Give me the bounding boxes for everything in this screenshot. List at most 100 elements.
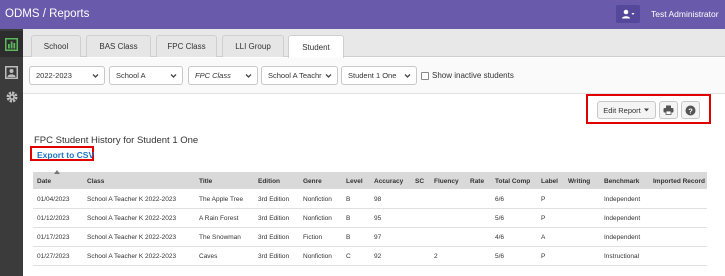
column-header-total-comp[interactable]: Total Comp <box>495 178 530 185</box>
sidebar-item-reports[interactable] <box>0 59 23 85</box>
student-select[interactable]: Student 1 One <box>341 66 417 85</box>
tab-school[interactable]: School <box>31 35 81 57</box>
cell-accuracy: 98 <box>374 196 382 203</box>
show-inactive-label: Show inactive students <box>432 71 514 80</box>
year-select[interactable]: 2022-2023 <box>29 66 105 85</box>
cell-edition: 3rd Edition <box>258 253 290 260</box>
cell-fluency: 2 <box>434 253 438 260</box>
cell-title: The Apple Tree <box>199 196 244 203</box>
table-row: 01/17/2023 School A Teacher K 2022-2023 … <box>33 228 707 247</box>
cell-benchmark: Instructional <box>604 253 640 260</box>
cell-title: A Rain Forest <box>199 215 239 222</box>
column-header-rate[interactable]: Rate <box>470 178 484 185</box>
year-select-value: 2022-2023 <box>36 71 72 80</box>
cell-genre: Fiction <box>303 234 323 241</box>
user-icon <box>622 9 635 19</box>
svg-text:?: ? <box>688 106 693 115</box>
student-select-value: Student 1 One <box>348 71 397 80</box>
column-header-benchmark[interactable]: Benchmark <box>604 178 639 185</box>
column-header-accuracy[interactable]: Accuracy <box>374 178 403 185</box>
app: ODMS / Reports Test Administrator School… <box>0 0 725 276</box>
cell-title: Caves <box>199 253 218 260</box>
teacher-select[interactable]: School A Teachr <box>261 66 338 85</box>
column-header-label[interactable]: Label <box>541 178 558 185</box>
chevron-down-icon <box>245 74 252 78</box>
filter-bar: 2022-2023 School A FPC Class School A Te… <box>23 58 725 94</box>
cell-label: P <box>541 215 546 222</box>
print-button[interactable] <box>659 101 678 119</box>
table-header: Date Class Title Edition Genre Level Acc… <box>33 172 707 189</box>
column-header-writing[interactable]: Writing <box>568 178 590 185</box>
column-header-date[interactable]: Date <box>37 178 51 185</box>
user-name[interactable]: Test Administrator <box>651 9 719 19</box>
column-header-level[interactable]: Level <box>346 178 363 185</box>
edit-report-label: Edit Report <box>603 105 641 115</box>
reports-icon <box>5 65 18 79</box>
breadcrumb[interactable]: ODMS / Reports <box>5 8 89 20</box>
caret-down-icon <box>643 108 649 112</box>
sidebar-item-settings[interactable] <box>0 84 23 110</box>
cell-benchmark: Independent <box>604 196 641 203</box>
table-row: 01/04/2023 School A Teacher K 2022-2023 … <box>33 190 707 209</box>
export-csv-link[interactable]: Export to CSV <box>37 150 94 160</box>
column-header-sc[interactable]: SC <box>415 178 424 185</box>
column-header-edition[interactable]: Edition <box>258 178 280 185</box>
tab-bas-class[interactable]: BAS Class <box>86 35 151 57</box>
school-select[interactable]: School A <box>109 66 183 85</box>
cell-accuracy: 92 <box>374 253 382 260</box>
cell-genre: Nonfiction <box>303 253 332 260</box>
user-menu-button[interactable] <box>616 5 640 23</box>
tab-lli-group[interactable]: LLI Group <box>222 35 284 57</box>
cell-total-comp: 6/6 <box>495 196 505 203</box>
school-select-value: School A <box>116 71 146 80</box>
tab-fpc-class[interactable]: FPC Class <box>156 35 217 57</box>
help-button[interactable]: ? <box>681 101 700 119</box>
cell-class: School A Teacher K 2022-2023 <box>87 196 177 203</box>
cell-total-comp: 4/6 <box>495 234 505 241</box>
fpc-class-select[interactable]: FPC Class <box>188 66 258 85</box>
print-icon <box>663 105 674 115</box>
cell-date: 01/17/2023 <box>37 234 70 241</box>
cell-title: The Snowman <box>199 234 241 241</box>
show-inactive-checkbox[interactable] <box>421 71 429 80</box>
report-toolbar-highlight: Edit Report ? <box>586 94 711 124</box>
column-header-imported-record[interactable]: Imported Record <box>653 178 705 185</box>
settings-icon <box>6 91 17 103</box>
chevron-down-icon <box>325 74 332 78</box>
tab-student[interactable]: Student <box>288 35 344 58</box>
cell-level: B <box>346 234 351 241</box>
cell-class: School A Teacher K 2022-2023 <box>87 234 177 241</box>
show-inactive-toggle[interactable]: Show inactive students <box>421 71 514 80</box>
cell-edition: 3rd Edition <box>258 196 290 203</box>
chevron-down-icon <box>170 74 177 78</box>
cell-genre: Nonfiction <box>303 196 332 203</box>
cell-date: 01/27/2023 <box>37 253 70 260</box>
sort-ascending-icon <box>54 170 60 174</box>
chevron-down-icon <box>404 74 411 78</box>
cell-label: P <box>541 253 546 260</box>
cell-edition: 3rd Edition <box>258 215 290 222</box>
cell-total-comp: 5/6 <box>495 215 505 222</box>
column-header-title[interactable]: Title <box>199 178 212 185</box>
cell-benchmark: Independent <box>604 215 641 222</box>
sidebar-item-dashboard[interactable] <box>0 31 23 57</box>
cell-accuracy: 95 <box>374 215 382 222</box>
column-header-genre[interactable]: Genre <box>303 178 322 185</box>
cell-genre: Nonfiction <box>303 215 332 222</box>
report-tabs: School BAS Class FPC Class LLI Group Stu… <box>23 29 725 58</box>
column-header-class[interactable]: Class <box>87 178 104 185</box>
cell-edition: 3rd Edition <box>258 234 290 241</box>
cell-label: A <box>541 234 546 241</box>
cell-class: School A Teacher K 2022-2023 <box>87 215 177 222</box>
column-header-fluency[interactable]: Fluency <box>434 178 459 185</box>
cell-benchmark: Independent <box>604 234 641 241</box>
cell-class: School A Teacher K 2022-2023 <box>87 253 177 260</box>
cell-level: C <box>346 253 351 260</box>
sidebar <box>0 29 23 276</box>
edit-report-button[interactable]: Edit Report <box>597 101 656 119</box>
cell-total-comp: 5/6 <box>495 253 505 260</box>
top-bar: ODMS / Reports Test Administrator <box>0 0 725 29</box>
cell-date: 01/04/2023 <box>37 196 70 203</box>
fpc-class-select-value: FPC Class <box>195 71 231 80</box>
dashboard-icon <box>5 37 18 51</box>
